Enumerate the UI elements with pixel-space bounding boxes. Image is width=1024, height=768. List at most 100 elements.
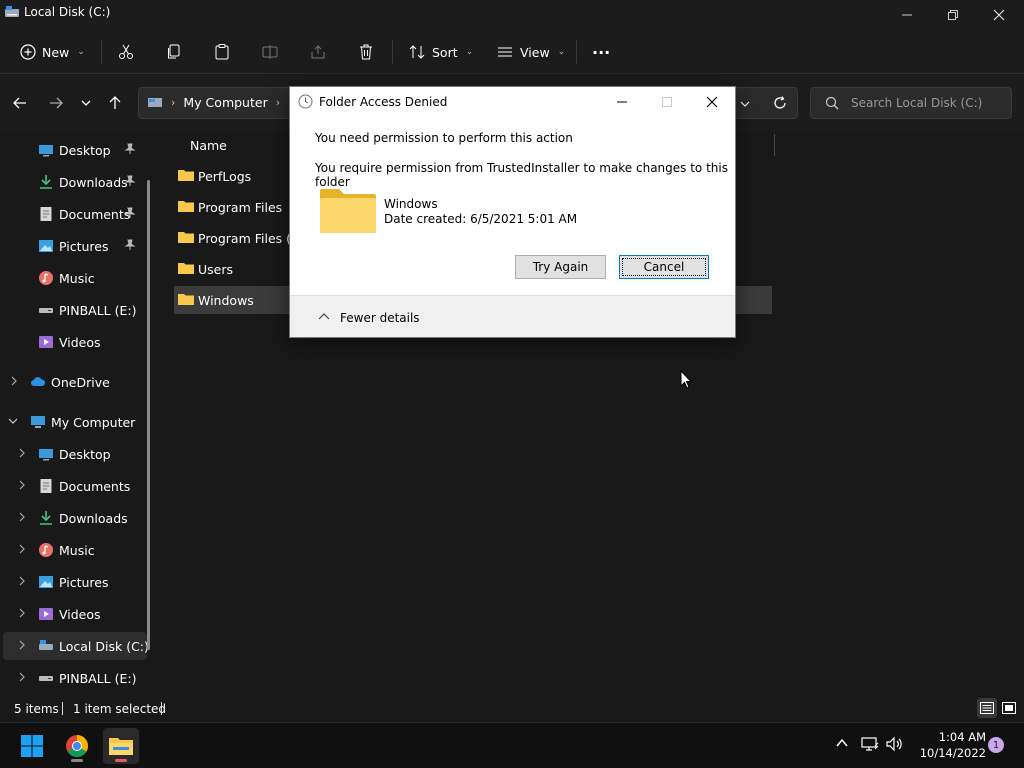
folder-icon xyxy=(319,187,377,235)
refresh-button[interactable] xyxy=(768,90,792,116)
taskbar-chrome[interactable] xyxy=(59,728,95,764)
folder-icon xyxy=(178,232,194,243)
dialog-message-detail: You require permission from TrustedInsta… xyxy=(315,161,728,189)
dialog-close-button[interactable] xyxy=(689,87,735,117)
sidebar-item-label: Videos xyxy=(59,606,101,622)
taskbar-file-explorer[interactable] xyxy=(103,728,139,764)
sidebar-item-pictures[interactable]: Pictures xyxy=(0,568,150,596)
back-button[interactable] xyxy=(8,90,32,116)
sidebar-item-music[interactable]: Music xyxy=(0,264,150,292)
refresh-icon xyxy=(774,96,786,109)
search-placeholder: Search Local Disk (C:) xyxy=(851,96,983,110)
breadcrumb-my-computer[interactable]: My Computer xyxy=(183,95,267,110)
details-view-icon xyxy=(980,702,994,714)
search-box[interactable]: Search Local Disk (C:) xyxy=(810,87,1012,119)
rename-icon xyxy=(262,45,278,59)
chevron-right-icon xyxy=(18,544,28,554)
cut-button[interactable] xyxy=(117,38,135,66)
show-hidden-icons-button[interactable] xyxy=(835,736,849,750)
new-label: New xyxy=(42,44,70,60)
chevron-right-icon xyxy=(18,448,28,458)
clock-date: 10/14/2022 xyxy=(919,746,986,760)
column-header-name[interactable]: Name xyxy=(190,138,227,153)
cancel-button[interactable]: Cancel xyxy=(619,255,709,279)
share-icon xyxy=(311,45,325,59)
chevron-right-icon: › xyxy=(171,96,176,109)
sidebar-item-label: Desktop xyxy=(59,142,111,158)
volume-icon[interactable] xyxy=(886,736,904,752)
forward-button[interactable] xyxy=(44,90,68,116)
minimize-button[interactable] xyxy=(884,0,930,30)
column-divider[interactable] xyxy=(774,134,775,156)
sidebar-item-documents[interactable]: Documents xyxy=(0,472,150,500)
sidebar-item-label: Local Disk (C:) xyxy=(59,638,149,654)
chevron-up-icon[interactable] xyxy=(318,311,330,321)
restore-button[interactable] xyxy=(930,0,976,30)
recent-locations-button[interactable] xyxy=(74,90,98,116)
sidebar-item-local-disk[interactable]: Local Disk (C:) xyxy=(3,632,149,660)
sidebar-item-label: Videos xyxy=(59,334,101,350)
pin-icon xyxy=(124,239,136,250)
delete-button[interactable] xyxy=(357,38,375,66)
tiles-view-icon xyxy=(1002,702,1016,714)
paste-button[interactable] xyxy=(213,38,231,66)
computer-icon xyxy=(31,416,45,428)
sidebar-item-my-computer[interactable]: My Computer xyxy=(0,408,150,436)
sidebar-item-downloads[interactable]: Downloads xyxy=(0,504,150,532)
sidebar-item-onedrive[interactable]: OneDrive xyxy=(0,368,150,396)
sidebar-item-label: Music xyxy=(59,270,95,286)
dialog-title-bar: Folder Access Denied xyxy=(290,87,735,117)
tiles-view-button[interactable] xyxy=(999,698,1019,718)
mouse-cursor-icon xyxy=(680,370,692,389)
drive-icon xyxy=(4,5,20,19)
sidebar-item-desktop[interactable]: Desktop xyxy=(0,136,150,164)
sidebar-item-pictures[interactable]: Pictures xyxy=(0,232,150,260)
sidebar-item-desktop[interactable]: Desktop xyxy=(0,440,150,468)
folder-name: Windows xyxy=(384,197,438,211)
share-button[interactable] xyxy=(309,38,327,66)
sidebar-item-downloads[interactable]: Downloads xyxy=(0,168,150,196)
address-dropdown-icon[interactable] xyxy=(739,98,751,110)
more-options-button[interactable]: ··· xyxy=(592,38,610,66)
dialog-minimize-button[interactable] xyxy=(599,87,645,117)
sidebar-item-pinball[interactable]: PINBALL (E:) xyxy=(0,296,150,324)
network-icon[interactable] xyxy=(861,736,879,752)
dialog-body: You need permission to perform this acti… xyxy=(290,117,735,295)
sidebar-scrollbar[interactable] xyxy=(147,180,150,650)
cloud-icon xyxy=(31,377,46,386)
fewer-details-toggle[interactable]: Fewer details xyxy=(340,311,420,325)
arrow-left-icon xyxy=(13,97,26,109)
chevron-right-icon xyxy=(10,376,20,386)
dialog-message-heading: You need permission to perform this acti… xyxy=(315,131,573,145)
sidebar-item-pinball[interactable]: PINBALL (E:) xyxy=(0,664,150,692)
chevron-down-icon xyxy=(8,417,18,425)
close-button[interactable] xyxy=(976,0,1022,30)
item-count: 5 items xyxy=(14,702,59,716)
clock[interactable]: 1:04 AM 10/14/2022 xyxy=(910,729,986,761)
divider xyxy=(392,40,393,64)
sidebar-item-music[interactable]: Music xyxy=(0,536,150,564)
sidebar-item-videos[interactable]: Videos xyxy=(0,328,150,356)
sidebar-item-videos[interactable]: Videos xyxy=(0,600,150,628)
view-button[interactable]: View ⌄ xyxy=(496,38,565,66)
dialog-maximize-button[interactable] xyxy=(644,87,690,117)
computer-icon xyxy=(148,97,162,107)
divider xyxy=(161,702,162,715)
chevron-right-icon xyxy=(18,480,28,490)
rename-button[interactable] xyxy=(261,38,279,66)
copy-button[interactable] xyxy=(165,38,183,66)
up-button[interactable] xyxy=(103,90,127,116)
sidebar-item-documents[interactable]: Documents xyxy=(0,200,150,228)
sort-button[interactable]: Sort ⌄ xyxy=(408,38,473,66)
try-again-button[interactable]: Try Again xyxy=(515,255,606,279)
notification-badge[interactable]: 1 xyxy=(988,737,1004,753)
desktop-icon xyxy=(39,449,53,461)
picture-icon xyxy=(39,576,53,588)
details-view-button[interactable] xyxy=(977,698,997,718)
new-button[interactable]: New ⌄ xyxy=(20,38,85,66)
music-icon xyxy=(39,543,53,557)
start-button[interactable] xyxy=(14,728,50,764)
music-icon xyxy=(39,271,53,285)
sidebar-item-label: PINBALL (E:) xyxy=(59,670,137,686)
chevron-up-icon xyxy=(836,738,848,747)
